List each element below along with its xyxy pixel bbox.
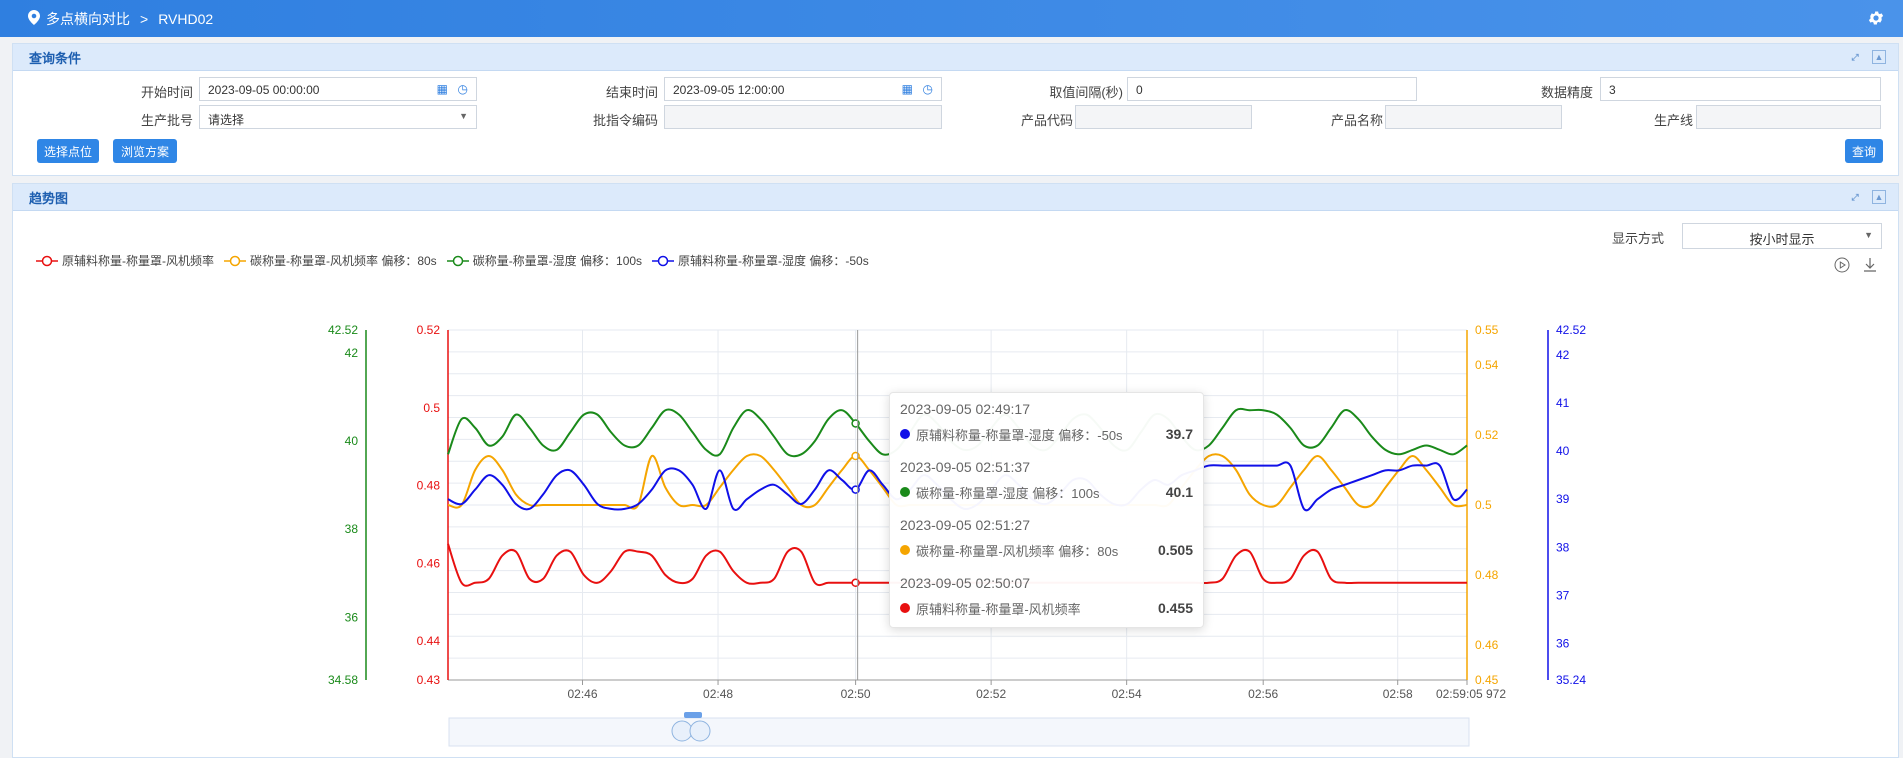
- download-icon[interactable]: [1862, 257, 1878, 276]
- chart-legend: 原辅料称量-称量罩-风机频率 碳称量-称量罩-风机频率 偏移：80s 碳称量-称量罩…: [36, 252, 869, 269]
- display-mode-select[interactable]: 按小时显示 ▼: [1682, 223, 1882, 249]
- legend-marker-icon: [652, 255, 675, 266]
- tooltip-series-name: 碳称量-称量罩-湿度 偏移：100s: [916, 485, 1100, 501]
- series-dot-icon: [900, 545, 910, 555]
- tooltip-entry: 2023-09-05 02:51:27 碳称量-称量罩-风机频率 偏移：80s 0…: [900, 517, 1193, 561]
- tooltip-time: 2023-09-05 02:51:37: [900, 459, 1030, 475]
- batch-select-value: 请选择: [208, 113, 245, 127]
- legend-marker-icon: [36, 255, 58, 266]
- location-pin-icon: [28, 9, 40, 28]
- collapse-icon[interactable]: ▲: [1872, 190, 1886, 204]
- interval-label: 取值间隔(秒): [1049, 85, 1123, 100]
- tooltip-entry: 2023-09-05 02:51:37 碳称量-称量罩-湿度 偏移：100s 40…: [900, 459, 1193, 503]
- tooltip-row: 原辅料称量-称量罩-湿度 偏移：-50s 39.7: [900, 423, 1193, 445]
- tooltip-value: 39.7: [1165, 426, 1193, 442]
- end-time-input[interactable]: 2023-09-05 12:00:00 ▦ ◷: [664, 77, 942, 101]
- tooltip-value: 0.455: [1157, 600, 1193, 616]
- breadcrumb-page[interactable]: 多点横向对比: [46, 9, 130, 29]
- chart-tooltip: 2023-09-05 02:49:17 原辅料称量-称量罩-湿度 偏移：-50s…: [889, 392, 1204, 628]
- breadcrumb-separator-icon: >: [140, 10, 149, 27]
- clock-icon[interactable]: ◷: [458, 82, 468, 96]
- trend-panel-title: 趋势图: [29, 190, 69, 206]
- precision-value: 3: [1609, 83, 1616, 97]
- batch-label: 生产批号: [140, 113, 193, 128]
- start-time-input[interactable]: 2023-09-05 00:00:00 ▦ ◷: [199, 77, 477, 101]
- play-icon[interactable]: [1834, 257, 1850, 276]
- tooltip-entry: 2023-09-05 02:49:17 原辅料称量-称量罩-湿度 偏移：-50s…: [900, 401, 1193, 445]
- end-time-value: 2023-09-05 12:00:00: [673, 83, 785, 97]
- fullscreen-icon[interactable]: ⤢: [1848, 190, 1862, 204]
- legend-label: 碳称量-称量罩-湿度 偏移：100s: [472, 254, 643, 268]
- line-label: 生产线: [1653, 113, 1693, 128]
- precision-label: 数据精度: [1540, 85, 1593, 100]
- legend-label: 原辅料称量-称量罩-风机频率: [62, 254, 214, 268]
- display-mode-label: 显示方式: [1612, 231, 1665, 246]
- product-name-input[interactable]: [1385, 105, 1562, 129]
- calendar-icon[interactable]: ▦: [437, 82, 448, 96]
- series-dot-icon: [900, 487, 910, 497]
- query-panel-title: 查询条件: [29, 50, 82, 66]
- precision-input[interactable]: 3: [1600, 77, 1881, 101]
- series-dot-icon: [900, 603, 910, 613]
- tooltip-series-name: 碳称量-称量罩-风机频率 偏移：80s: [916, 543, 1119, 559]
- query-panel: 查询条件 ⤢ ▲ 开始时间 2023-09-05 00:00:00 ▦ ◷ 结束…: [12, 43, 1899, 176]
- top-bar: 多点横向对比 > RVHD02: [0, 0, 1903, 37]
- fullscreen-icon[interactable]: ⤢: [1848, 50, 1862, 64]
- tooltip-row: 碳称量-称量罩-风机频率 偏移：80s 0.505: [900, 539, 1193, 561]
- trend-panel-header: 趋势图 ⤢ ▲: [13, 184, 1898, 211]
- product-code-label: 产品代码: [1020, 113, 1073, 128]
- legend-item[interactable]: 原辅料称量-称量罩-风机频率: [36, 252, 214, 269]
- tooltip-series-name: 原辅料称量-称量罩-风机频率: [916, 601, 1081, 617]
- clock-icon[interactable]: ◷: [923, 82, 933, 96]
- tooltip-series-name: 原辅料称量-称量罩-湿度 偏移：-50s: [916, 427, 1123, 443]
- legend-item[interactable]: 碳称量-称量罩-湿度 偏移：100s: [446, 252, 643, 269]
- tooltip-entry: 2023-09-05 02:50:07 原辅料称量-称量罩-风机频率 0.455: [900, 575, 1193, 619]
- tooltip-row: 碳称量-称量罩-湿度 偏移：100s 40.1: [900, 481, 1193, 503]
- legend-marker-icon: [446, 255, 469, 266]
- start-time-value: 2023-09-05 00:00:00: [208, 83, 320, 97]
- legend-label: 碳称量-称量罩-风机频率 偏移：80s: [250, 254, 437, 268]
- product-name-label: 产品名称: [1330, 113, 1383, 128]
- caret-down-icon: ▼: [1864, 230, 1873, 240]
- interval-value: 0: [1136, 83, 1143, 97]
- display-mode-value: 按小时显示: [1749, 232, 1815, 247]
- tooltip-value: 0.505: [1157, 542, 1193, 558]
- tooltip-row: 原辅料称量-称量罩-风机频率 0.455: [900, 597, 1193, 619]
- legend-item[interactable]: 原辅料称量-称量罩-湿度 偏移：-50s: [652, 252, 869, 269]
- product-code-input[interactable]: [1075, 105, 1252, 129]
- legend-label: 原辅料称量-称量罩-湿度 偏移：-50s: [678, 254, 869, 268]
- gear-icon[interactable]: [1867, 9, 1885, 30]
- tooltip-value: 40.1: [1165, 484, 1193, 500]
- interval-input[interactable]: 0: [1127, 77, 1417, 101]
- line-input[interactable]: [1696, 105, 1881, 129]
- query-panel-header: 查询条件 ⤢ ▲: [13, 44, 1898, 71]
- calendar-icon[interactable]: ▦: [902, 82, 913, 96]
- search-button[interactable]: 查询: [1845, 139, 1883, 163]
- tooltip-time: 2023-09-05 02:49:17: [900, 401, 1030, 417]
- end-time-label: 结束时间: [605, 85, 658, 100]
- select-points-button[interactable]: 选择点位: [37, 139, 99, 163]
- tooltip-time: 2023-09-05 02:51:27: [900, 517, 1030, 533]
- batch-select[interactable]: 请选择 ▼: [199, 105, 477, 129]
- legend-marker-icon: [224, 255, 246, 266]
- series-dot-icon: [900, 429, 910, 439]
- breadcrumb-device: RVHD02: [158, 10, 214, 27]
- tooltip-time: 2023-09-05 02:50:07: [900, 575, 1030, 591]
- browse-plan-button[interactable]: 浏览方案: [113, 139, 177, 163]
- collapse-icon[interactable]: ▲: [1872, 50, 1886, 64]
- caret-down-icon: ▼: [459, 111, 468, 121]
- order-code-label: 批指令编码: [592, 113, 658, 128]
- order-code-input[interactable]: [664, 105, 942, 129]
- legend-item[interactable]: 碳称量-称量罩-风机频率 偏移：80s: [224, 252, 437, 269]
- start-time-label: 开始时间: [140, 85, 193, 100]
